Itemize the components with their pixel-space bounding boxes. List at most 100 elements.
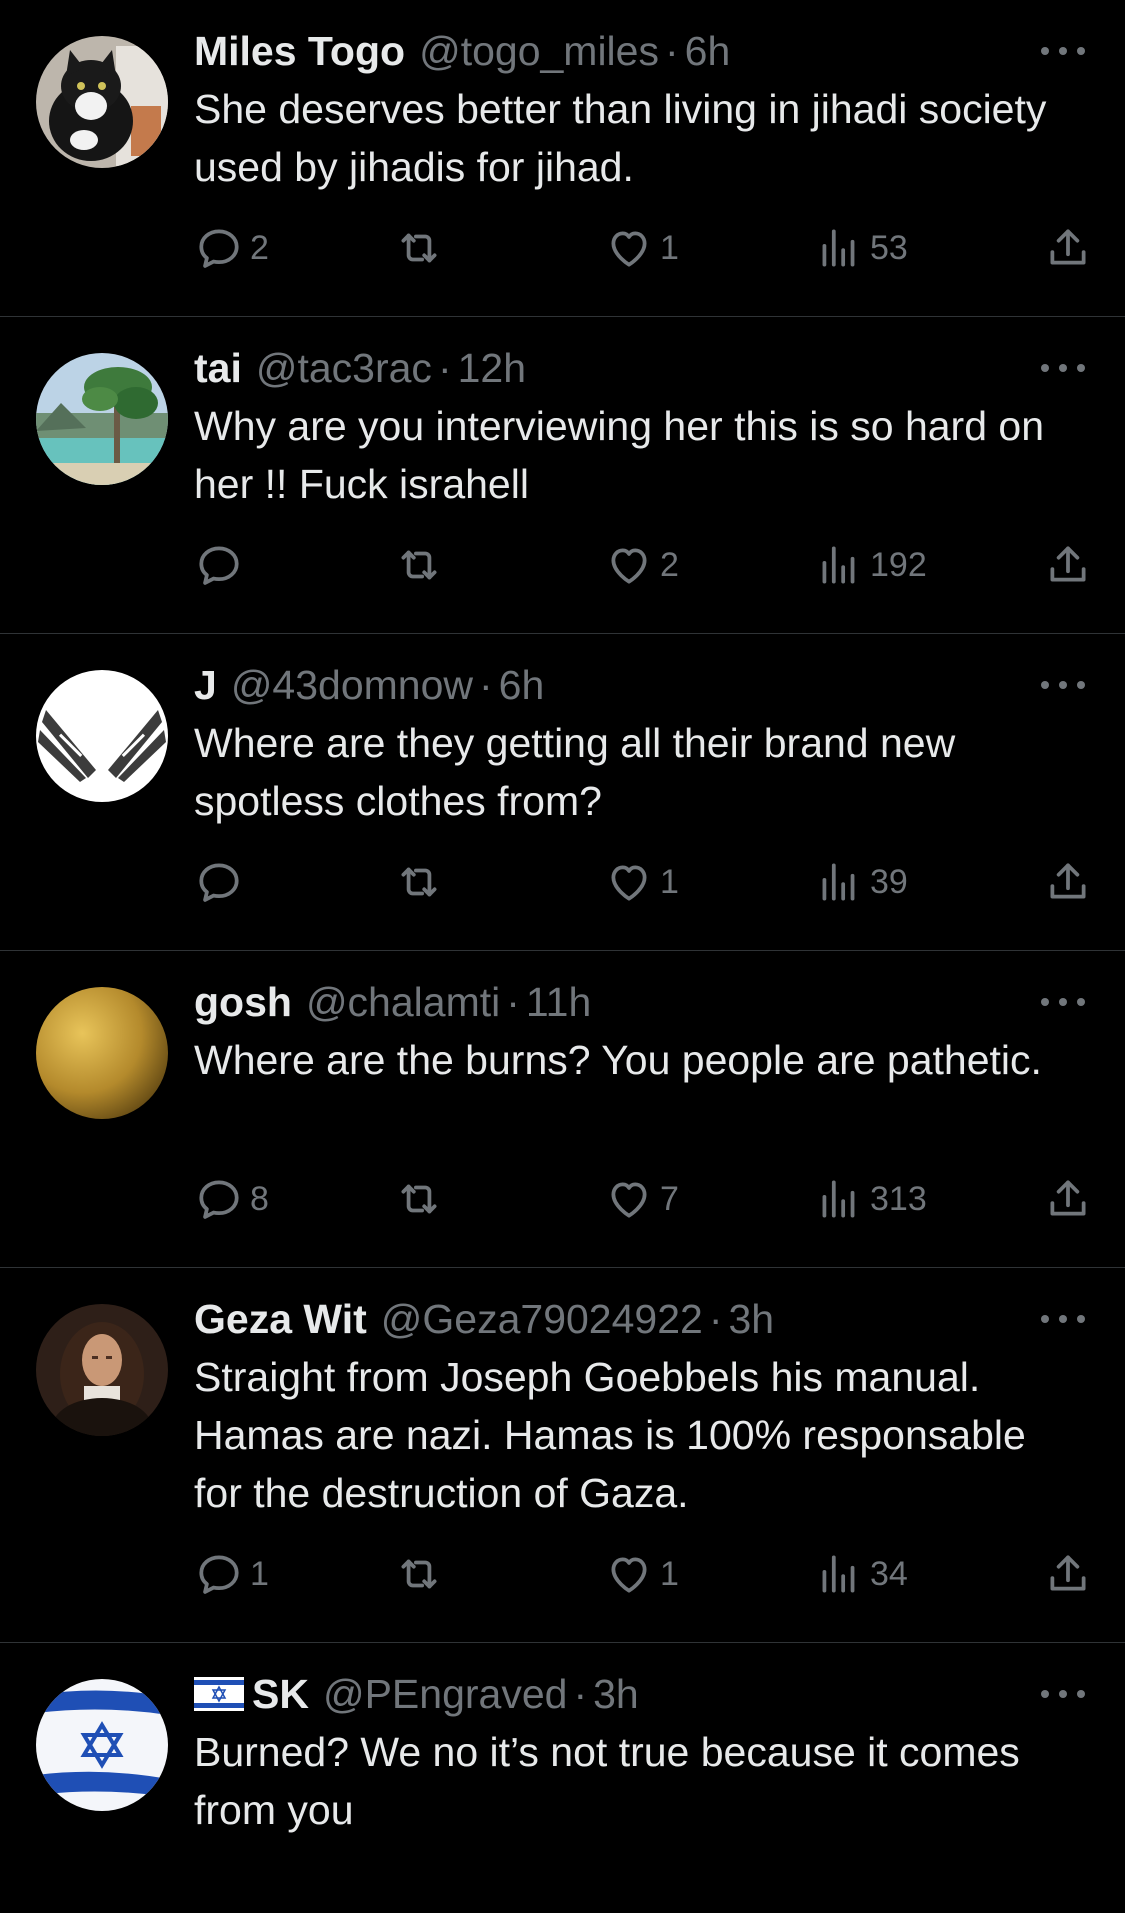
display-name[interactable]: tai	[194, 339, 242, 397]
more-icon[interactable]	[1041, 339, 1085, 397]
avatar[interactable]	[36, 36, 168, 168]
more-icon[interactable]	[1041, 656, 1085, 714]
like-button[interactable]: 2	[604, 535, 679, 595]
user-handle[interactable]: @tac3rac	[256, 339, 432, 397]
tweet[interactable]: tai @tac3rac · 12h Why are you interview…	[0, 317, 1125, 634]
view-count: 192	[870, 545, 927, 584]
display-name[interactable]: J	[194, 656, 217, 714]
like-button[interactable]: 7	[604, 1169, 679, 1229]
portrait-avatar-image	[36, 1304, 168, 1436]
retweet-icon	[401, 867, 437, 897]
user-handle[interactable]: @PEngraved	[323, 1665, 567, 1723]
timestamp[interactable]: 12h	[458, 339, 526, 397]
views-icon	[822, 546, 855, 584]
tweet[interactable]: Geza Wit @Geza79024922 · 3h Straight fro…	[0, 1268, 1125, 1643]
retweet-icon	[401, 550, 437, 580]
tweet-text: Why are you interviewing her this is so …	[194, 403, 1045, 507]
views-icon	[822, 229, 855, 267]
cat-avatar-image	[36, 36, 168, 168]
timestamp[interactable]: 6h	[499, 656, 545, 714]
like-count: 2	[660, 545, 679, 584]
timestamp[interactable]: 11h	[526, 973, 591, 1031]
more-icon[interactable]	[1041, 1665, 1085, 1723]
avatar[interactable]	[36, 670, 168, 802]
share-button[interactable]	[1043, 535, 1093, 595]
tweet[interactable]: Miles Togo @togo_miles · 6h She deserves…	[0, 0, 1125, 317]
tweet-header: tai @tac3rac · 12h	[194, 339, 1085, 397]
views-button[interactable]: 192	[814, 535, 927, 595]
more-icon[interactable]	[1041, 1290, 1085, 1348]
share-icon	[1050, 546, 1086, 582]
retweet-button[interactable]	[394, 852, 444, 912]
views-button[interactable]: 313	[814, 1169, 927, 1229]
israel-flag-icon	[194, 1677, 244, 1711]
reply-icon	[199, 863, 239, 902]
tweet[interactable]: J @43domnow · 6h Where are they getting …	[0, 634, 1125, 951]
views-button[interactable]: 34	[814, 1544, 908, 1604]
share-button[interactable]	[1043, 852, 1093, 912]
user-handle[interactable]: @togo_miles	[419, 22, 659, 80]
heart-icon	[611, 231, 647, 267]
retweet-button[interactable]	[394, 1544, 444, 1604]
wings-avatar-image	[36, 670, 168, 802]
heart-icon	[611, 1557, 647, 1593]
like-count: 1	[660, 228, 679, 267]
more-icon[interactable]	[1041, 973, 1085, 1031]
action-bar: 1 1 34	[194, 1544, 1086, 1604]
avatar[interactable]	[36, 987, 168, 1119]
reply-button[interactable]: 2	[194, 218, 269, 278]
tweet[interactable]: gosh @chalamti · 11h Where are the burns…	[0, 951, 1125, 1268]
timestamp[interactable]: 6h	[685, 22, 731, 80]
separator-dot: ·	[506, 979, 520, 1025]
like-button[interactable]: 1	[604, 218, 679, 278]
avatar[interactable]	[36, 353, 168, 485]
tweet-header: gosh @chalamti · 11h	[194, 973, 1085, 1031]
heart-icon	[611, 548, 647, 584]
views-icon	[822, 863, 855, 901]
reply-button[interactable]	[194, 535, 250, 595]
retweet-button[interactable]	[394, 1169, 444, 1229]
reply-button[interactable]: 1	[194, 1544, 269, 1604]
views-button[interactable]: 53	[814, 218, 908, 278]
user-handle[interactable]: @chalamti	[306, 973, 500, 1031]
display-name[interactable]: SK	[252, 1665, 309, 1723]
action-bar: 8 7 313	[194, 1169, 1086, 1229]
more-icon[interactable]	[1041, 22, 1085, 80]
action-bar: 2 1 53	[194, 218, 1086, 278]
user-handle[interactable]: @43domnow	[231, 656, 473, 714]
landscape-avatar-image	[36, 353, 168, 485]
share-button[interactable]	[1043, 1169, 1093, 1229]
retweet-button[interactable]	[394, 535, 444, 595]
user-handle[interactable]: @Geza79024922	[381, 1290, 703, 1348]
tweet-text: Burned? We no it’s not true because it c…	[194, 1729, 1020, 1833]
share-icon	[1050, 863, 1086, 899]
like-button[interactable]: 1	[604, 1544, 679, 1604]
timestamp[interactable]: 3h	[593, 1665, 639, 1723]
tweet[interactable]: SK @PEngraved · 3h Burned? We no it’s no…	[0, 1643, 1125, 1913]
display-name[interactable]: gosh	[194, 973, 292, 1031]
share-icon	[1050, 1555, 1086, 1591]
share-button[interactable]	[1043, 218, 1093, 278]
display-name[interactable]: Miles Togo	[194, 22, 405, 80]
reply-icon	[199, 546, 239, 585]
reply-button[interactable]	[194, 852, 250, 912]
view-count: 313	[870, 1179, 927, 1218]
display-name[interactable]: Geza Wit	[194, 1290, 367, 1348]
avatar[interactable]	[36, 1304, 168, 1436]
view-count: 39	[870, 862, 908, 901]
separator-dot: ·	[573, 1671, 588, 1717]
like-count: 1	[660, 862, 679, 901]
tweet-text: Where are the burns? You people are path…	[194, 1037, 1042, 1083]
reply-icon	[199, 1180, 239, 1219]
retweet-button[interactable]	[394, 218, 444, 278]
timestamp[interactable]: 3h	[728, 1290, 774, 1348]
like-count: 1	[660, 1554, 679, 1593]
like-button[interactable]: 1	[604, 852, 679, 912]
views-icon	[822, 1180, 855, 1218]
heart-icon	[611, 1182, 647, 1218]
share-button[interactable]	[1043, 1544, 1093, 1604]
avatar[interactable]	[36, 1679, 168, 1811]
reply-button[interactable]: 8	[194, 1169, 269, 1229]
reply-feed: Miles Togo @togo_miles · 6h She deserves…	[0, 0, 1125, 1913]
views-button[interactable]: 39	[814, 852, 908, 912]
